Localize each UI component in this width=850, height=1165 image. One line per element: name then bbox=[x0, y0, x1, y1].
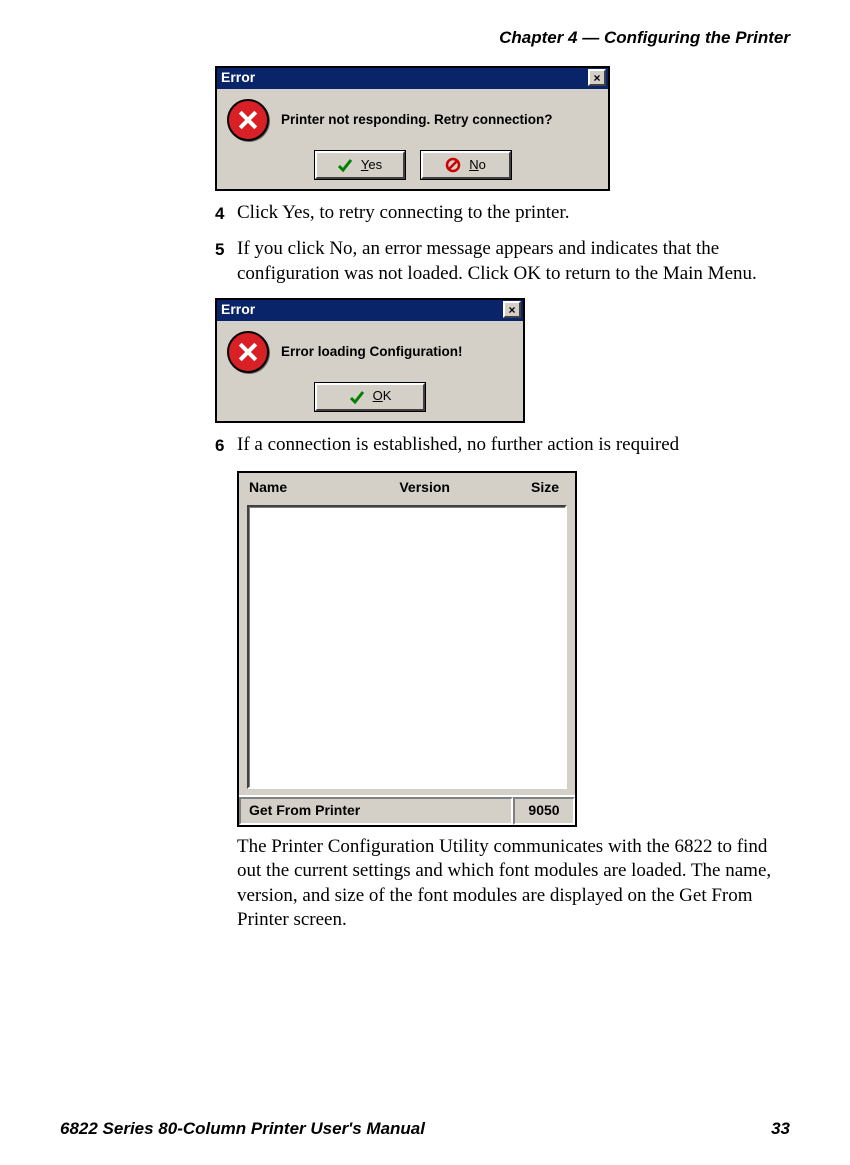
step-text: If you click No, an error message appear… bbox=[237, 237, 790, 286]
error-dialog-loading: Error × Error loading Configuration! OK bbox=[215, 298, 525, 423]
step-text: Click Yes, to retry connecting to the pr… bbox=[237, 201, 790, 225]
no-button[interactable]: No bbox=[421, 151, 511, 179]
ok-button[interactable]: OK bbox=[315, 383, 425, 411]
error-icon bbox=[227, 331, 269, 373]
step-4: 4 Click Yes, to retry connecting to the … bbox=[215, 201, 790, 225]
ok-label: OK bbox=[373, 388, 392, 405]
font-listbox[interactable] bbox=[247, 505, 567, 789]
status-right: 9050 bbox=[513, 797, 575, 825]
yes-label: Yes bbox=[361, 157, 382, 174]
page-number: 33 bbox=[771, 1119, 790, 1139]
closing-paragraph: The Printer Configuration Utility commun… bbox=[237, 835, 790, 932]
dialog-message: Error loading Configuration! bbox=[281, 343, 463, 360]
dialog-title: Error bbox=[221, 69, 255, 87]
step-5: 5 If you click No, an error message appe… bbox=[215, 237, 790, 286]
col-name: Name bbox=[249, 479, 373, 497]
titlebar: Error × bbox=[217, 68, 608, 89]
main-content: Error × Printer not responding. Retry co… bbox=[215, 66, 790, 932]
check-icon bbox=[337, 157, 353, 173]
col-version: Version bbox=[373, 479, 476, 497]
yes-button[interactable]: Yes bbox=[315, 151, 405, 179]
col-size: Size bbox=[476, 479, 565, 497]
dialog-title: Error bbox=[221, 301, 255, 319]
step-number: 6 bbox=[215, 433, 237, 457]
column-headers: Name Version Size bbox=[239, 473, 575, 503]
step-6: 6 If a connection is established, no fur… bbox=[215, 433, 790, 457]
page-footer: 6822 Series 80-Column Printer User's Man… bbox=[60, 1119, 790, 1139]
step-number: 5 bbox=[215, 237, 237, 286]
status-left: Get From Printer bbox=[239, 797, 513, 825]
step-text: If a connection is established, no furth… bbox=[237, 433, 790, 457]
no-icon bbox=[445, 157, 461, 173]
check-icon bbox=[349, 389, 365, 405]
error-dialog-retry: Error × Printer not responding. Retry co… bbox=[215, 66, 610, 191]
step-number: 4 bbox=[215, 201, 237, 225]
status-bar: Get From Printer 9050 bbox=[239, 795, 575, 825]
dialog-message: Printer not responding. Retry connection… bbox=[281, 111, 553, 128]
error-icon bbox=[227, 99, 269, 141]
no-label: No bbox=[469, 157, 486, 174]
close-icon[interactable]: × bbox=[503, 301, 521, 318]
titlebar: Error × bbox=[217, 300, 523, 321]
manual-title: 6822 Series 80-Column Printer User's Man… bbox=[60, 1119, 425, 1139]
close-icon[interactable]: × bbox=[588, 69, 606, 86]
get-from-printer-panel: Name Version Size Get From Printer 9050 bbox=[237, 471, 577, 827]
chapter-header: Chapter 4 — Configuring the Printer bbox=[60, 28, 790, 48]
